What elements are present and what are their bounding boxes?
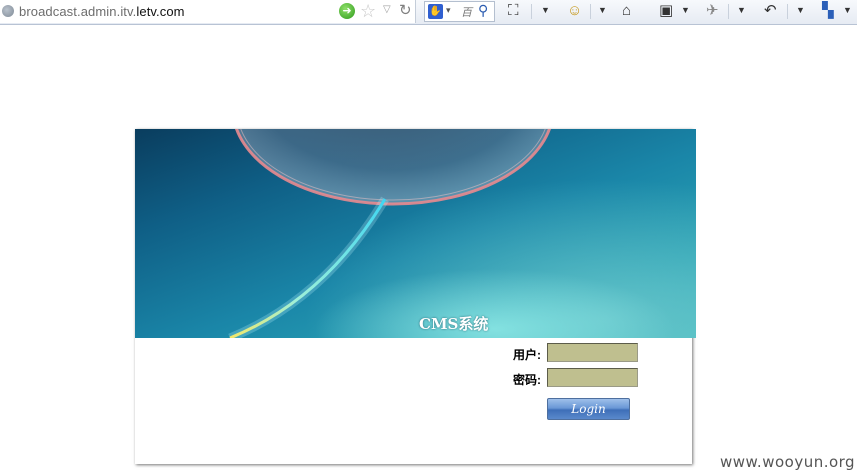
toolbar-separator	[787, 4, 788, 19]
banner-image: CMS系统	[135, 129, 696, 338]
web-slice-icon[interactable]: ⛶	[508, 2, 519, 20]
search-icon[interactable]: ⚲	[478, 2, 488, 19]
browser-toolbar: broadcast.admin.itv.letv.com ➜ ☆ ▽ ↻ ✋ ▾…	[0, 0, 857, 25]
tools-caret-icon[interactable]: ▼	[737, 5, 746, 15]
watermark: www.wooyun.org	[720, 453, 856, 471]
apps-caret-icon[interactable]: ▼	[843, 5, 852, 15]
address-bar[interactable]: broadcast.admin.itv.letv.com ➜ ☆ ▽ ↻	[0, 0, 416, 23]
reload-icon[interactable]: ↻	[399, 2, 412, 20]
history-dropdown-icon[interactable]: ▽	[383, 4, 391, 15]
apps-icon[interactable]: ▚	[822, 2, 834, 20]
feeds-caret-icon[interactable]: ▼	[598, 5, 607, 15]
search-engine-caret-icon[interactable]: ▾	[446, 5, 451, 16]
username-input[interactable]	[547, 343, 638, 362]
favorites-caret-icon[interactable]: ▼	[681, 5, 690, 15]
banner-title: CMS系统	[419, 315, 489, 333]
url-domain: letv.com	[136, 4, 185, 19]
favorites-icon[interactable]: ▣	[659, 2, 673, 20]
planet-arc-graphic	[228, 129, 551, 338]
share-icon[interactable]: ↶	[764, 2, 777, 20]
login-button[interactable]: Login	[547, 398, 630, 420]
url-prefix: broadcast.admin.itv.	[19, 4, 137, 19]
bookmark-star-icon[interactable]: ☆	[360, 1, 376, 21]
globe-icon	[2, 5, 14, 17]
share-caret-icon[interactable]: ▼	[796, 5, 805, 15]
login-panel: CMS系统 用户: 密码: Login	[135, 129, 696, 464]
toolbar-separator	[590, 4, 591, 19]
password-label: 密码:	[513, 373, 541, 387]
search-box[interactable]: ✋ ▾ 百 ⚲	[424, 1, 495, 22]
username-label: 用户:	[513, 348, 541, 362]
url-text[interactable]: broadcast.admin.itv.letv.com	[19, 4, 185, 19]
home-icon[interactable]: ⌂	[622, 2, 631, 20]
web-slice-caret-icon[interactable]: ▼	[541, 5, 550, 15]
go-arrow-icon[interactable]: ➜	[339, 3, 355, 19]
toolbar-separator	[728, 4, 729, 19]
baidu-paw-icon[interactable]: ✋	[428, 4, 443, 19]
toolbar-separator	[531, 4, 532, 19]
tools-icon[interactable]: ✈	[706, 2, 719, 20]
search-engine-label: 百	[461, 7, 472, 19]
password-input[interactable]	[547, 368, 638, 387]
feeds-icon[interactable]: ☺	[567, 2, 582, 20]
